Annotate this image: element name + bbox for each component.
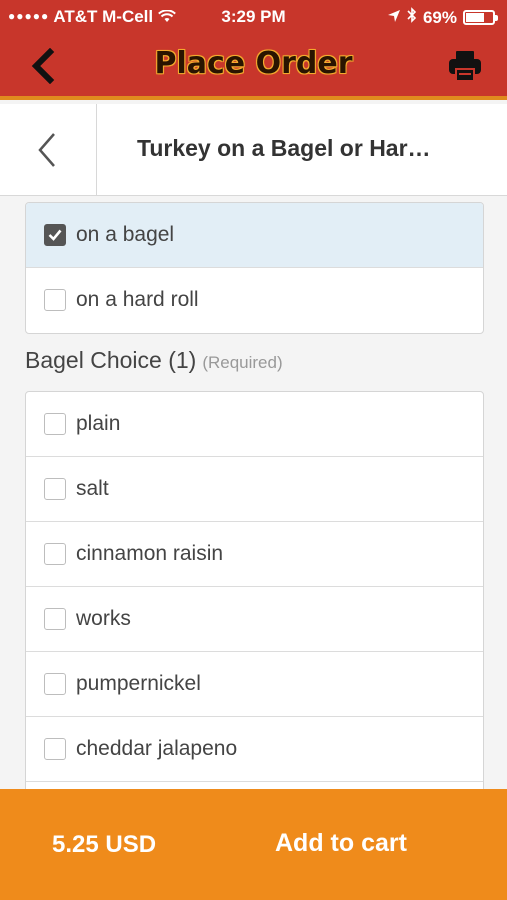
battery-icon — [463, 10, 498, 25]
bagel-choice-list: plain salt cinnamon raisin works pumpern… — [25, 391, 484, 811]
status-bar: ●●●●● AT&T M-Cell 3:29 PM 69% — [0, 0, 507, 34]
print-button[interactable] — [447, 48, 483, 84]
checkbox[interactable] — [44, 224, 66, 246]
checkbox[interactable] — [44, 738, 66, 760]
option-on-a-bagel[interactable]: on a bagel — [26, 203, 483, 268]
page-title: Place Order — [154, 46, 353, 81]
status-right: 69% — [387, 7, 498, 28]
item-back-button[interactable] — [0, 104, 97, 196]
option-label: cinnamon raisin — [76, 542, 224, 565]
option-plain[interactable]: plain — [26, 392, 483, 457]
battery-percent: 69% — [422, 7, 457, 27]
bread-options-list: on a bagel on a hard roll — [25, 202, 484, 334]
add-to-cart-button[interactable]: Add to cart — [275, 829, 407, 858]
option-cheddar-jalapeno[interactable]: cheddar jalapeno — [26, 717, 483, 782]
price-total: 5.25 USD — [52, 831, 157, 858]
bluetooth-icon — [407, 7, 417, 28]
bagel-choice-heading: Bagel Choice (1) (Required) — [25, 347, 283, 374]
option-cinnamon-raisin[interactable]: cinnamon raisin — [26, 522, 483, 587]
chevron-left-icon — [38, 133, 55, 167]
required-label: (Required) — [202, 353, 283, 372]
cart-bar: 5.25 USD Add to cart — [0, 789, 507, 900]
option-label: salt — [76, 477, 109, 500]
option-label: works — [76, 607, 131, 630]
app-header: ●●●●● AT&T M-Cell 3:29 PM 69% Place Orde… — [0, 0, 507, 100]
checkbox[interactable] — [44, 478, 66, 500]
checkbox[interactable] — [44, 413, 66, 435]
printer-icon — [449, 51, 481, 82]
option-label: on a bagel — [76, 223, 175, 246]
checkmark-icon — [48, 229, 62, 241]
item-header: Turkey on a Bagel or Har… — [0, 104, 507, 196]
section-title: Bagel Choice (1) — [25, 347, 197, 373]
option-label: on a hard roll — [76, 288, 199, 311]
option-works[interactable]: works — [26, 587, 483, 652]
location-arrow-icon — [387, 8, 401, 28]
option-pumpernickel[interactable]: pumpernickel — [26, 652, 483, 717]
option-label: pumpernickel — [76, 672, 201, 695]
option-label: cheddar jalapeno — [76, 737, 238, 760]
checkbox[interactable] — [44, 289, 66, 311]
option-salt[interactable]: salt — [26, 457, 483, 522]
checkbox[interactable] — [44, 673, 66, 695]
item-title: Turkey on a Bagel or Har… — [137, 135, 431, 161]
checkbox[interactable] — [44, 608, 66, 630]
option-label: plain — [76, 412, 121, 435]
checkbox[interactable] — [44, 543, 66, 565]
option-on-a-hard-roll[interactable]: on a hard roll — [26, 268, 483, 333]
